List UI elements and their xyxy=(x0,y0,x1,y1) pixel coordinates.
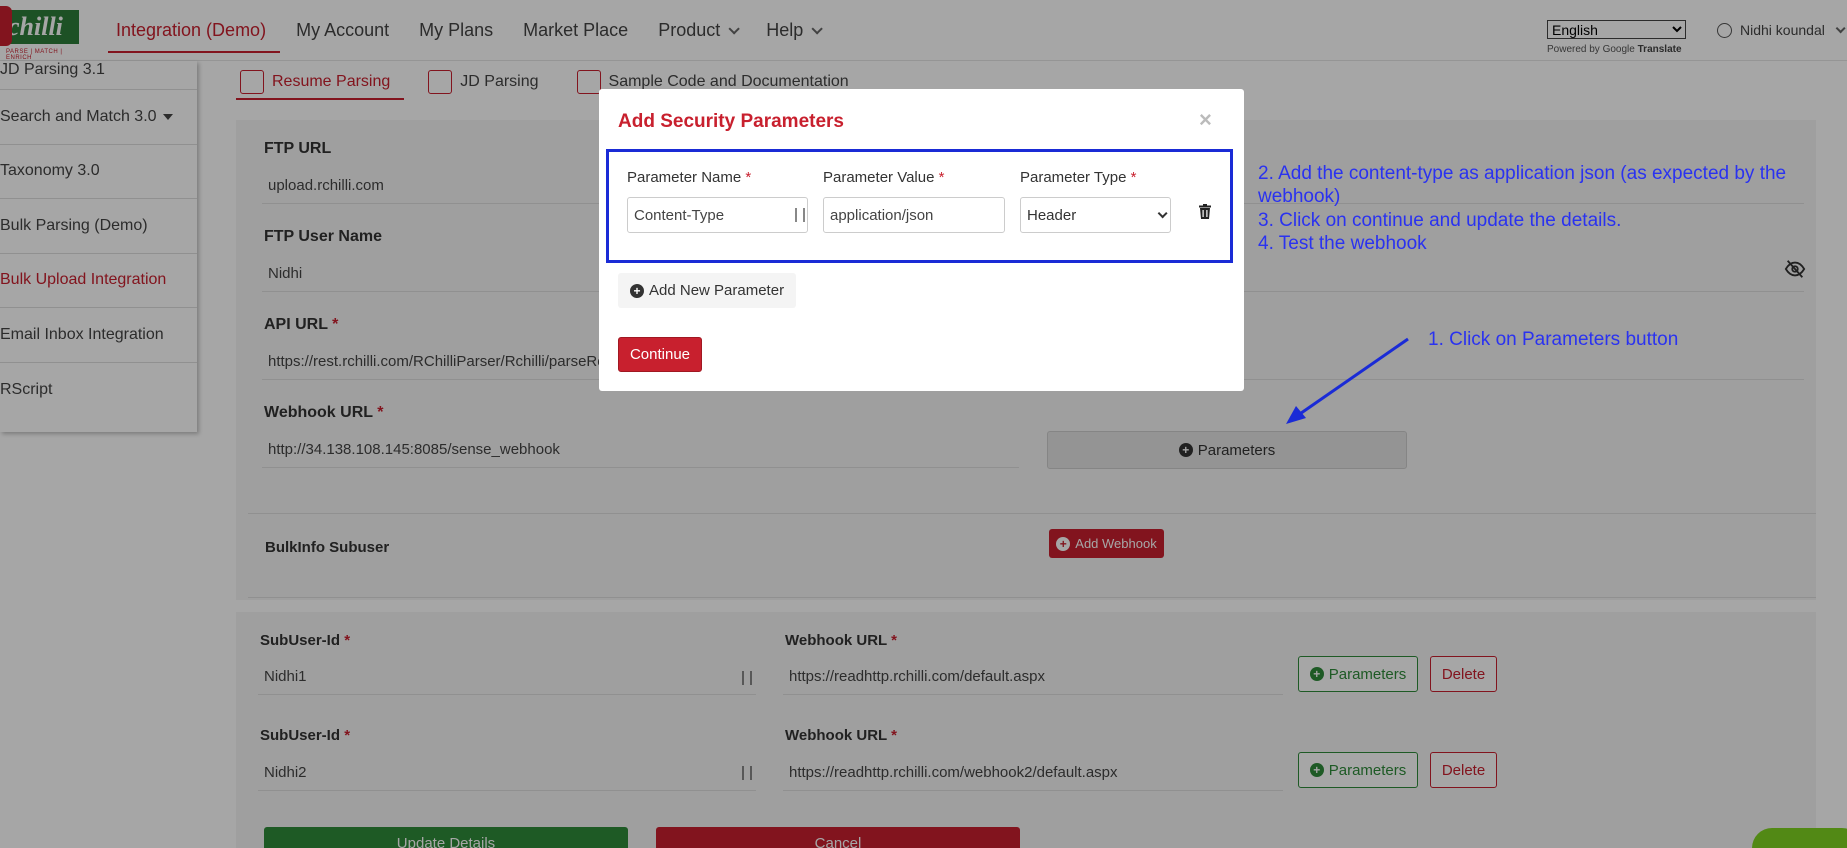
label-text: Parameter Type xyxy=(1020,169,1127,186)
plus-circle-icon: + xyxy=(630,283,644,298)
chevron-down-icon xyxy=(1157,207,1168,218)
select-value: Header xyxy=(1027,206,1077,224)
required-mark: * xyxy=(938,169,945,186)
parameter-name-label: Parameter Name * xyxy=(627,169,751,186)
annotation-step1: 1. Click on Parameters button xyxy=(1428,329,1679,350)
annotation-step2: 2. Add the content-type as application j… xyxy=(1258,163,1787,207)
required-mark: * xyxy=(1130,169,1137,186)
add-new-parameter-button[interactable]: + Add New Parameter xyxy=(618,273,796,308)
input-handle-icon xyxy=(795,208,805,222)
parameter-name-input[interactable]: Content-Type xyxy=(627,197,808,233)
parameter-value-input[interactable]: application/json xyxy=(823,197,1005,233)
label-text: Parameter Name xyxy=(627,169,742,186)
trash-icon[interactable] xyxy=(1199,204,1211,219)
modal-title: Add Security Parameters xyxy=(618,111,844,132)
add-security-parameters-modal: Add Security Parameters × Parameter Name… xyxy=(599,89,1244,391)
button-label: Continue xyxy=(629,346,691,363)
continue-button[interactable]: Continue xyxy=(618,337,702,372)
parameter-value-label: Parameter Value * xyxy=(823,169,944,186)
input-value: application/json xyxy=(830,206,934,224)
label-text: Parameter Value xyxy=(823,169,935,186)
required-mark: * xyxy=(745,169,752,186)
parameter-type-label: Parameter Type * xyxy=(1020,169,1136,186)
parameter-type-select[interactable]: Header xyxy=(1020,197,1171,233)
button-label: Add New Parameter xyxy=(649,282,785,299)
close-icon[interactable]: × xyxy=(1199,107,1212,133)
input-value: Content-Type xyxy=(634,206,725,224)
annotation-arrow-icon xyxy=(1286,337,1409,424)
annotation-step3: 3. Click on continue and update the deta… xyxy=(1258,210,1622,231)
annotation-step4: 4. Test the webhook xyxy=(1258,233,1427,254)
